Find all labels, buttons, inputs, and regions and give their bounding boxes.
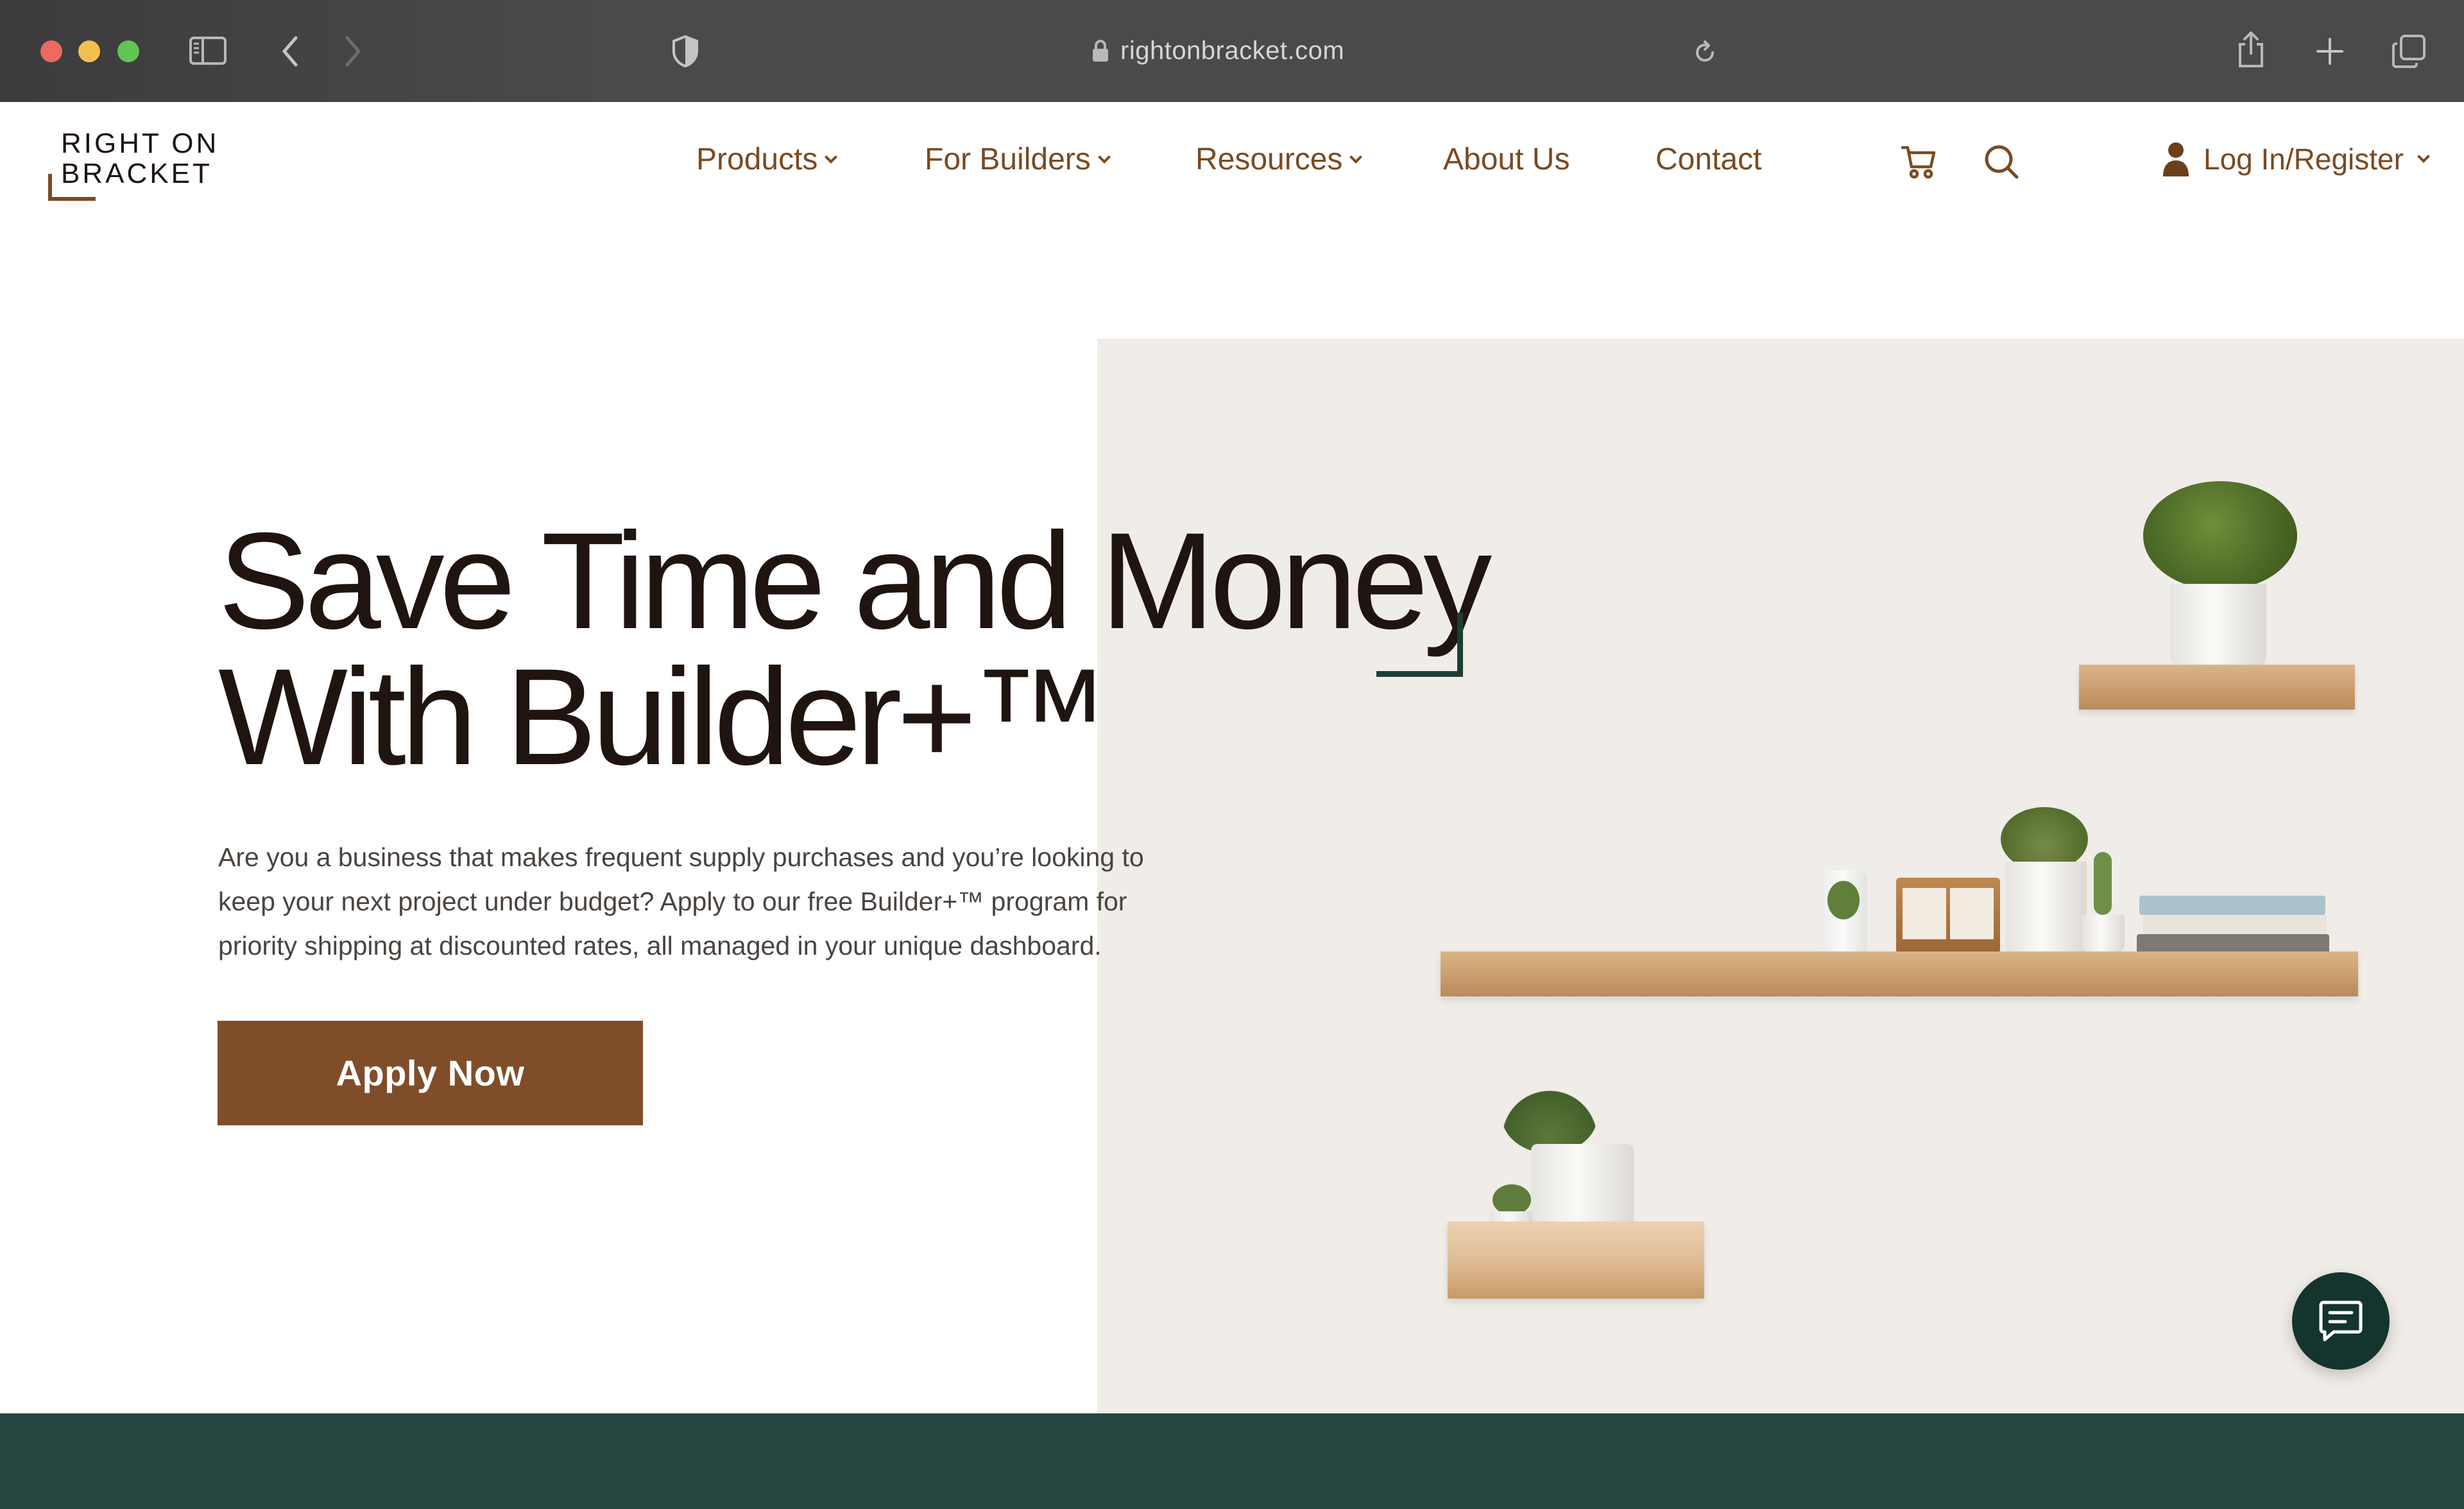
hero-image-panel <box>1097 339 2464 1413</box>
close-window-button[interactable] <box>40 40 62 62</box>
chat-button[interactable] <box>2292 1272 2390 1370</box>
zoom-window-button[interactable] <box>117 40 139 62</box>
chevron-down-icon <box>825 150 838 164</box>
tall-cactus <box>2094 852 2112 915</box>
search-icon[interactable] <box>1981 142 2021 182</box>
nav-products[interactable]: Products <box>696 142 838 177</box>
user-icon <box>2161 141 2191 178</box>
nav-for-builders[interactable]: For Builders <box>925 142 1111 177</box>
cart-icon[interactable] <box>1899 142 1939 182</box>
nav-contact-label: Contact <box>1656 142 1762 176</box>
nav-for-builders-label: For Builders <box>925 142 1091 176</box>
account-label: Log In/Register <box>2203 142 2404 176</box>
next-section-band <box>0 1413 2464 1509</box>
book-grey <box>2137 934 2329 953</box>
sidebar-icon[interactable] <box>188 33 228 68</box>
logo-bracket-mark <box>48 174 96 201</box>
floating-shelf-middle <box>1441 951 2358 996</box>
nav-products-label: Products <box>696 142 818 176</box>
chevron-down-icon <box>2417 150 2430 163</box>
mini-succulent <box>1493 1184 1531 1215</box>
site-header: RIGHT ON BRACKET Products For Builders R… <box>0 102 2464 224</box>
minimize-window-button[interactable] <box>78 40 100 62</box>
hero-headline-line2: With Builder+™ <box>218 640 1109 794</box>
reload-icon[interactable] <box>1688 35 1722 70</box>
address-bar[interactable]: rightonbracket.com <box>1091 29 1344 72</box>
succulent-foliage <box>1502 1077 1598 1154</box>
plant-pot <box>2170 584 2266 666</box>
plant-foliage <box>2143 481 2297 590</box>
headline-bracket-mark <box>1376 613 1463 677</box>
date-block-calendar <box>1896 878 2000 953</box>
apply-now-button[interactable]: Apply Now <box>218 1021 643 1125</box>
logo-text-line1: RIGHT ON <box>61 128 219 159</box>
small-cactus <box>1827 881 1860 919</box>
hero-headline: Save Time and Money With Builder+™ <box>218 504 1502 794</box>
shield-icon[interactable] <box>667 32 703 71</box>
tabs-icon[interactable] <box>2390 32 2428 71</box>
nav-resources-label: Resources <box>1195 142 1343 176</box>
url-text: rightonbracket.com <box>1120 36 1345 65</box>
share-icon[interactable] <box>2233 27 2269 72</box>
new-tab-icon[interactable] <box>2312 33 2348 69</box>
chevron-down-icon <box>1349 150 1363 164</box>
chat-icon <box>2316 1297 2365 1345</box>
cactus-pot <box>2006 862 2087 955</box>
book-blue <box>2139 896 2325 915</box>
tall-cactus-pot <box>2082 915 2125 953</box>
browser-toolbar: rightonbracket.com <box>0 0 2464 102</box>
site-logo[interactable]: RIGHT ON BRACKET <box>48 128 234 211</box>
hero-headline-line1: Save Time and Money <box>218 504 1492 658</box>
hero-description: Are you a business that makes frequent s… <box>218 842 1144 960</box>
nav-resources[interactable]: Resources <box>1195 142 1363 177</box>
back-icon[interactable] <box>276 32 304 71</box>
nav-about-us[interactable]: About Us <box>1443 142 1570 177</box>
book-white <box>2143 915 2327 934</box>
floating-shelf-bottom <box>1448 1222 1704 1299</box>
nav-contact[interactable]: Contact <box>1656 142 1761 177</box>
floating-shelf-top <box>2079 665 2355 710</box>
forward-icon[interactable] <box>339 32 367 71</box>
account-menu[interactable]: Log In/Register <box>2161 141 2430 178</box>
chevron-down-icon <box>1097 150 1111 164</box>
nav-about-us-label: About Us <box>1443 142 1570 176</box>
lock-icon <box>1091 38 1110 64</box>
